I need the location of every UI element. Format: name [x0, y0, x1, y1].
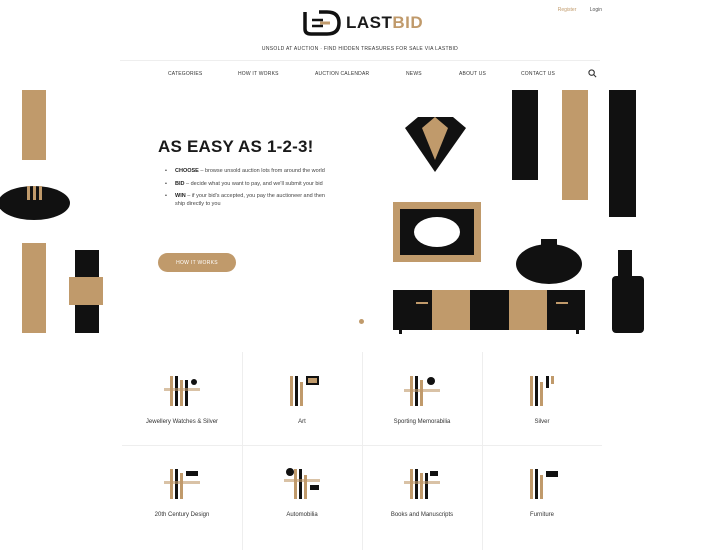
category-label: Silver: [534, 419, 550, 425]
header-divider: [120, 60, 600, 61]
category-label: Jewellery Watches & Silver: [145, 419, 219, 425]
logo-wordmark: LASTBID: [346, 13, 423, 33]
category-books-manuscripts[interactable]: Books and Manuscripts: [362, 445, 482, 538]
login-link[interactable]: Login: [590, 7, 602, 13]
slider-dot[interactable]: [359, 319, 364, 324]
furniture-thumbnail-icon: [530, 469, 558, 499]
step-win-head: WIN: [175, 193, 186, 199]
logo-mark-icon: [303, 10, 341, 36]
category-label: Sporting Memorabilia: [393, 419, 451, 425]
step-choose: CHOOSE – browse unsold auction lots from…: [165, 168, 325, 176]
automobilia-thumbnail-icon: [284, 468, 320, 499]
category-art[interactable]: Art: [242, 352, 362, 445]
design-thumbnail-icon: [164, 469, 200, 499]
silver-thumbnail-icon: [530, 376, 554, 406]
category-label: Furniture: [529, 512, 554, 518]
step-choose-head: CHOOSE: [175, 168, 199, 174]
nav-contact-us[interactable]: CONTACT US: [521, 71, 555, 77]
logo-text-last: LAST: [346, 13, 393, 32]
category-label: 20th Century Design: [154, 512, 210, 518]
step-win-text: – if your bid's accepted, you pay the au…: [175, 193, 325, 207]
hero-illustration: [0, 90, 644, 334]
how-it-works-button[interactable]: HOW IT WORKS: [158, 253, 236, 272]
step-bid: BID – decide what you want to pay, and w…: [165, 181, 325, 189]
step-win: WIN – if your bid's accepted, you pay th…: [165, 193, 325, 208]
nav-how-it-works[interactable]: HOW IT WORKS: [238, 71, 279, 77]
sporting-thumbnail-icon: [404, 376, 440, 406]
search-icon[interactable]: [588, 69, 597, 78]
art-thumbnail-icon: [290, 376, 319, 406]
category-label: Automobilia: [286, 512, 318, 518]
hero-title: AS EASY AS 1-2-3!: [158, 137, 314, 156]
nav-about-us[interactable]: ABOUT US: [459, 71, 486, 77]
books-thumbnail-icon: [404, 469, 440, 499]
category-label: Books and Manuscripts: [390, 512, 454, 518]
logo-text-bid: BID: [392, 13, 424, 32]
category-automobilia[interactable]: Automobilia: [242, 445, 362, 538]
category-furniture[interactable]: Furniture: [482, 445, 602, 538]
category-sporting-memorabilia[interactable]: Sporting Memorabilia: [362, 352, 482, 445]
nav-auction-calendar[interactable]: AUCTION CALENDAR: [315, 71, 369, 77]
nav-news[interactable]: NEWS: [406, 71, 422, 77]
tagline: UNSOLD AT AUCTION · FIND HIDDEN TREASURE…: [261, 46, 459, 52]
register-link[interactable]: Register: [558, 7, 577, 13]
category-label: Art: [298, 419, 306, 425]
account-links: Register Login: [546, 7, 602, 13]
steps-list: CHOOSE – browse unsold auction lots from…: [165, 168, 325, 213]
step-choose-text: – browse unsold auction lots from around…: [198, 168, 325, 174]
jewellery-thumbnail-icon: [164, 376, 200, 406]
main-nav: CATEGORIES HOW IT WORKS AUCTION CALENDAR…: [0, 71, 720, 81]
category-jewellery-watches-silver[interactable]: Jewellery Watches & Silver: [122, 352, 242, 445]
step-bid-text: – decide what you want to pay, and we'll…: [184, 180, 323, 187]
nav-categories[interactable]: CATEGORIES: [168, 71, 202, 77]
site-logo[interactable]: LASTBID: [302, 8, 423, 38]
category-grid: Jewellery Watches & Silver Art Sporting …: [122, 352, 602, 550]
category-20th-century-design[interactable]: 20th Century Design: [122, 445, 242, 538]
category-silver[interactable]: Silver: [482, 352, 602, 445]
hero-banner: [0, 90, 720, 335]
